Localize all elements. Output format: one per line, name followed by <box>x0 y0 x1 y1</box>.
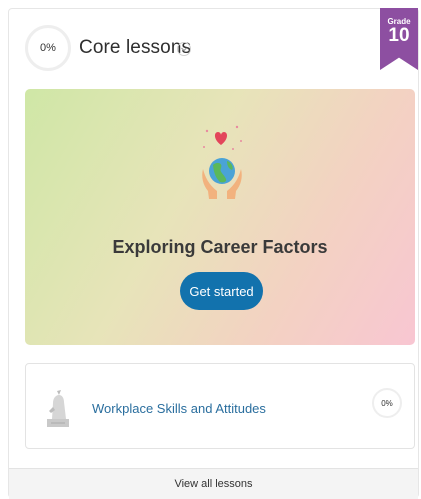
hands-globe-heart-icon <box>202 125 242 199</box>
grade-badge: Grade 10 <box>380 8 418 70</box>
chevron-down-icon <box>181 47 187 52</box>
course-progress-value: 0% <box>40 42 56 54</box>
lesson-progress-indicator: 0% <box>372 388 402 418</box>
statue-icon <box>47 390 69 427</box>
view-all-lessons-link[interactable]: View all lessons <box>9 468 418 499</box>
featured-lesson-title: Exploring Career Factors <box>112 237 328 257</box>
lesson-progress-value: 0% <box>381 398 393 408</box>
get-started-button[interactable]: Get started <box>180 272 263 310</box>
course-progress-indicator: 0% <box>25 25 71 71</box>
grade-number: 10 <box>388 25 410 46</box>
expand-toggle-button[interactable] <box>177 42 191 56</box>
lesson-title-link[interactable]: Workplace Skills and Attitudes <box>92 401 266 416</box>
card-title: Core lessons <box>79 37 192 58</box>
lesson-list-item[interactable]: Workplace Skills and Attitudes 0% <box>25 363 415 449</box>
core-lessons-card: 0% Core lessons Grade 10 Exploring Caree… <box>8 8 419 499</box>
featured-lesson-panel: Exploring Career Factors Get started <box>25 89 415 345</box>
